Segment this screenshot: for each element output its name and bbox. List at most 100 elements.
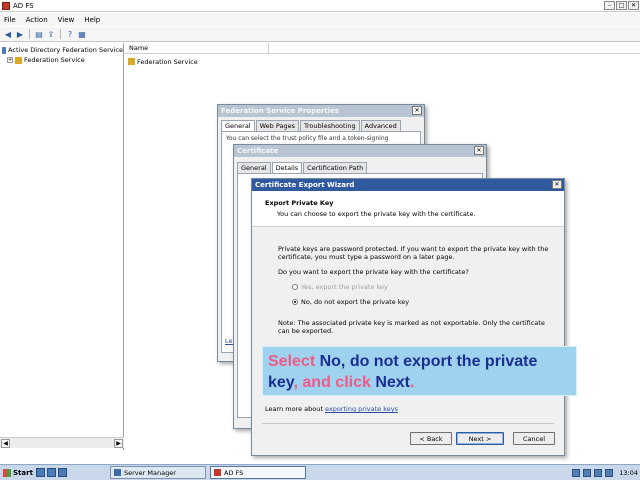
toolbar: ◀ ▶ ▤ ⇪ ? ▦ (0, 27, 640, 42)
start-button[interactable]: Start (0, 466, 34, 480)
dialog-title: Certificate ✕ (234, 145, 486, 157)
server-manager-quick-icon[interactable] (36, 468, 45, 477)
window-controls: – □ ✕ (604, 1, 639, 10)
password-info-text: Private keys are password protected. If … (278, 245, 549, 261)
toolbar-separator (60, 29, 61, 39)
adfs-folder-icon (2, 46, 7, 54)
tree-horizontal-scrollbar[interactable]: ◀ ▶ (0, 437, 124, 448)
wizard-title: Certificate Export Wizard (255, 181, 355, 189)
help-icon[interactable]: ? (65, 29, 75, 39)
list-item-label: Federation Service (137, 57, 198, 66)
dialog-title: Federation Service Properties ✕ (218, 105, 424, 117)
props-tabs: General Web Pages Troubleshooting Advanc… (218, 117, 424, 131)
quick-launch (36, 468, 67, 477)
scroll-left-icon[interactable]: ◀ (1, 439, 10, 448)
export-question: Do you want to export the private key wi… (278, 268, 469, 276)
next-button[interactable]: Next > (456, 432, 504, 445)
menu-action[interactable]: Action (26, 16, 48, 24)
network-icon[interactable] (572, 468, 581, 477)
tab-web-pages[interactable]: Web Pages (255, 120, 299, 131)
wizard-subheading: You can choose to export the private key… (277, 210, 476, 218)
back-arrow-icon[interactable]: ◀ (3, 29, 13, 39)
radio-yes-label: Yes, export the private key (301, 283, 388, 291)
wizard-body: Private keys are password protected. If … (252, 227, 564, 455)
close-icon[interactable]: ✕ (474, 146, 484, 155)
volume-icon[interactable] (594, 468, 603, 477)
radio-no-icon[interactable] (292, 299, 298, 305)
learn-more-line: Learn more about exporting private keys (265, 405, 540, 413)
expand-plus-icon[interactable]: + (7, 57, 13, 63)
security-icon[interactable] (605, 468, 614, 477)
scroll-right-icon[interactable]: ▶ (114, 439, 123, 448)
close-window-button[interactable]: ✕ (628, 1, 639, 10)
federation-service-icon (128, 58, 135, 65)
tab-general[interactable]: General (221, 120, 255, 131)
minimize-button[interactable]: – (604, 1, 615, 10)
toolbar-separator (29, 29, 30, 39)
menu-view[interactable]: View (58, 16, 75, 24)
console-tree: Active Directory Federation Service + Fe… (0, 43, 124, 450)
window-title: AD FS (13, 1, 34, 10)
radio-yes-export[interactable]: Yes, export the private key (292, 283, 567, 291)
menu-file[interactable]: File (4, 16, 16, 24)
explorer-quick-icon[interactable] (58, 468, 67, 477)
adfs-icon (214, 469, 221, 476)
maximize-button[interactable]: □ (616, 1, 627, 10)
tab-troubleshooting[interactable]: Troubleshooting (300, 120, 360, 131)
certificate-export-wizard: Certificate Export Wizard ✕ Export Priva… (251, 178, 565, 456)
back-button[interactable]: < Back (410, 432, 452, 445)
dialog-title-text: Certificate (237, 147, 279, 155)
taskbar-item-adfs[interactable]: AD FS (210, 466, 306, 479)
federation-service-icon (15, 56, 22, 64)
window-titlebar: AD FS – □ ✕ (0, 0, 640, 12)
powershell-quick-icon[interactable] (47, 468, 56, 477)
action-center-icon[interactable] (583, 468, 592, 477)
forward-arrow-icon[interactable]: ▶ (15, 29, 25, 39)
adfs-app-icon (2, 1, 10, 10)
menu-help[interactable]: Help (84, 16, 100, 24)
list-item[interactable]: Federation Service (125, 56, 640, 67)
taskbar: Start Server Manager AD FS 13:04 (0, 464, 640, 480)
callout-button-name: Next (375, 374, 411, 391)
dialog-title-text: Federation Service Properties (221, 107, 339, 115)
cert-tabs: General Details Certification Path (234, 157, 486, 173)
radio-no-export[interactable]: No, do not export the private key (292, 298, 567, 306)
close-icon[interactable]: ✕ (412, 106, 422, 115)
menu-bar: File Action View Help (0, 13, 640, 26)
system-tray: 13:04 (572, 466, 638, 479)
task-label: AD FS (224, 468, 244, 477)
radio-yes-icon[interactable] (292, 284, 298, 290)
tab-advanced[interactable]: Advanced (360, 120, 401, 131)
exporting-private-keys-link[interactable]: exporting private keys (325, 405, 398, 413)
properties-icon[interactable]: ▦ (77, 29, 87, 39)
learn-more-prefix: Learn more about (265, 405, 325, 413)
tree-item-adfs-root[interactable]: Active Directory Federation Service (0, 45, 123, 55)
server-manager-icon (114, 469, 121, 476)
taskbar-item-server-manager[interactable]: Server Manager (110, 466, 206, 479)
cancel-button[interactable]: Cancel (513, 432, 555, 445)
windows-logo-icon (3, 468, 11, 477)
wizard-header: Export Private Key You can choose to exp… (252, 191, 564, 227)
radio-no-label: No, do not export the private key (301, 298, 410, 306)
tab-certification-path[interactable]: Certification Path (303, 162, 368, 173)
callout-text: Select (268, 353, 320, 370)
list-header: Name (125, 43, 640, 54)
clock[interactable]: 13:04 (619, 469, 638, 477)
tab-general[interactable]: General (237, 162, 271, 173)
tree-item-label: Federation Service (24, 56, 85, 64)
show-hide-tree-icon[interactable]: ▤ (34, 29, 44, 39)
task-label: Server Manager (124, 468, 176, 477)
export-list-icon[interactable]: ⇪ (46, 29, 56, 39)
close-icon[interactable]: ✕ (552, 180, 562, 189)
callout-text: , and click (293, 374, 376, 391)
tree-item-label: Active Directory Federation Service (8, 46, 123, 54)
wizard-titlebar: Certificate Export Wizard ✕ (252, 179, 564, 191)
tab-details[interactable]: Details (271, 162, 303, 173)
instruction-callout: Select No, do not export the private key… (262, 346, 577, 396)
wizard-heading: Export Private Key (265, 199, 334, 207)
start-label: Start (13, 468, 33, 477)
wizard-separator (262, 423, 554, 424)
not-exportable-note: Note: The associated private key is mark… (278, 319, 545, 335)
tree-item-federation-service[interactable]: + Federation Service (0, 55, 123, 65)
column-header-name[interactable]: Name (129, 43, 269, 53)
